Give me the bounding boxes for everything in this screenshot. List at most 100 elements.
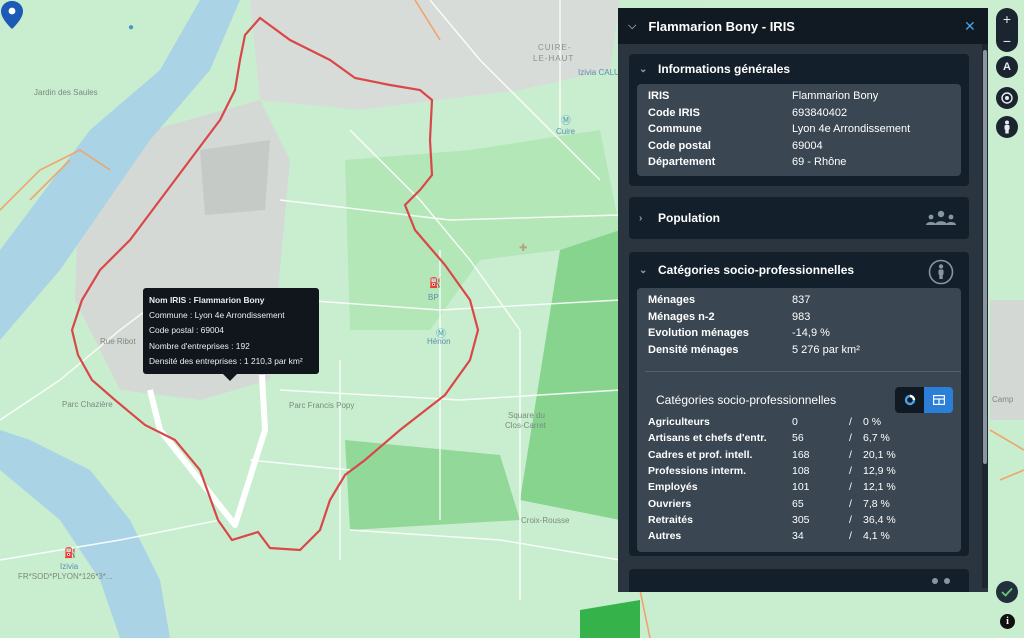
info-key: Ménages n-2 [648,310,715,323]
csp-percent: 12,1 % [863,481,896,494]
map-label-cuire-le-haut-2: LE-HAUT [533,54,575,63]
panel-header[interactable]: ⌵ Flammarion Bony - IRIS [618,8,988,44]
person-icon [1004,120,1010,134]
info-key: Commune [648,123,702,136]
csp-count: 65 [792,497,804,510]
info-value: Flammarion Bony [792,90,879,103]
compass-button[interactable]: A [996,56,1018,78]
check-icon [1001,587,1013,597]
map-label-square-clos-2: Clos-Carret [505,421,546,430]
csp-separator: / [849,432,852,445]
csp-separator: / [849,497,852,510]
csp-category: Agriculteurs [648,416,710,429]
section-header-population[interactable]: › Population [629,197,969,239]
map-label-izivia-calu: Izivia CALU [578,68,620,77]
map-tooltip: Nom IRIS : Flammarion Bony Commune : Lyo… [143,288,319,382]
map-label-square-clos: Square du [508,411,545,420]
group-icon [932,578,950,584]
csp-separator: / [849,416,852,429]
csp-percent: 6,7 % [863,432,890,445]
section-title: Informations générales [658,62,791,76]
table-row: Retraités 305 / 36,4 % [637,512,961,528]
tooltip-densite: Densité des entreprises : 1 210,3 par km… [149,355,303,366]
info-key: IRIS [648,90,670,103]
chart-view-button[interactable] [895,387,924,413]
locate-button[interactable] [996,87,1018,109]
church-icon: ✚ [519,243,528,254]
validate-button[interactable] [996,581,1018,603]
tooltip-entreprises: Nombre d'entreprises : 192 [149,340,250,351]
info-value: 5 276 par km² [792,343,860,356]
info-row: Code IRIS 693840402 [637,105,961,122]
close-icon[interactable]: ✕ [964,18,976,35]
csp-stat-row: Ménages 837 [637,292,961,309]
section-categories-socio-pro: ⌄ Catégories socio-professionnelles Ména… [629,252,969,556]
map-pin-icon[interactable] [0,0,24,30]
section-header-csp[interactable]: ⌄ Catégories socio-professionnelles [629,252,969,288]
divider [645,371,961,372]
info-value: Lyon 4e Arrondissement [792,123,911,136]
metro-icon: Ⓜ [561,116,571,127]
table-row: Autres 34 / 4,1 % [637,528,961,544]
info-value: 69004 [792,139,823,152]
csp-percent: 20,1 % [863,448,896,461]
csp-subtitle: Catégories socio-professionnelles [656,393,837,407]
general-info-list: IRIS Flammarion Bony Code IRIS 693840402 C… [637,84,961,176]
csp-category: Retraités [648,513,693,526]
csp-category: Ouvriers [648,497,692,510]
table-row: Professions interm. 108 / 12,9 % [637,463,961,479]
zoom-in-button[interactable]: + [1003,8,1011,30]
csp-percent: 36,4 % [863,513,896,526]
person-circle-icon [928,259,954,285]
info-key: Code IRIS [648,106,700,119]
map-label-cuire-le-haut: CUIRE- [538,43,572,52]
csp-category: Autres [648,530,682,543]
info-icon[interactable]: i [1000,614,1015,629]
csp-count: 101 [792,481,810,494]
map-label-camp: Camp [992,395,1014,404]
group-icon [926,210,956,225]
csp-separator: / [849,513,852,526]
zoom-out-button[interactable]: − [1003,30,1011,52]
csp-category: Employés [648,481,698,494]
zoom-control: + − [996,8,1018,52]
csp-separator: / [849,481,852,494]
chevron-right-icon: › [639,212,643,224]
csp-separator: / [849,465,852,478]
table-icon [932,395,945,405]
metro-icon: Ⓜ [436,329,446,340]
csp-percent: 4,1 % [863,530,890,543]
tooltip-title: Nom IRIS : Flammarion Bony [149,295,265,305]
map-label-izivia: Izivia [60,562,79,571]
panel-title: Flammarion Bony - IRIS [648,18,795,34]
csp-body: Ménages 837 Ménages n-2 983 Evolution ména… [637,288,961,552]
csp-count: 168 [792,448,810,461]
target-icon [1001,92,1013,104]
table-row: Ouvriers 65 / 7,8 % [637,495,961,511]
chevron-down-icon[interactable]: ⌵ [628,20,636,33]
ev-charger-icon: ⛽ [64,548,77,559]
map-label-charger: FR*SOD*PLYON*126*3*... [18,572,113,581]
tooltip-code-postal: Code postal : 69004 [149,325,224,336]
info-key: Densité ménages [648,343,739,356]
info-value: 69 - Rhône [792,156,847,169]
section-title: Catégories socio-professionnelles [658,263,855,277]
section-header-general[interactable]: ⌄ Informations générales [629,54,969,84]
info-row: Code postal 69004 [637,138,961,155]
csp-count: 305 [792,513,810,526]
map-label-rue-ribot: Rue Ribot [100,337,136,346]
map-label-parc-popy: Parc Francis Popy [289,401,355,410]
table-view-button[interactable] [924,387,953,413]
csp-category: Professions interm. [648,465,747,478]
streetview-button[interactable] [996,116,1018,138]
panel-scrollbar-thumb[interactable] [983,50,987,464]
map-label-bp: BP [428,293,439,302]
info-row: IRIS Flammarion Bony [637,88,961,105]
section-population[interactable]: › Population [629,197,969,239]
fuel-icon: ⛽ [429,278,442,289]
csp-separator: / [849,530,852,543]
section-next-collapsed[interactable] [629,569,969,592]
info-key: Evolution ménages [648,327,749,340]
info-value: -14,9 % [792,327,830,340]
csp-separator: / [849,448,852,461]
